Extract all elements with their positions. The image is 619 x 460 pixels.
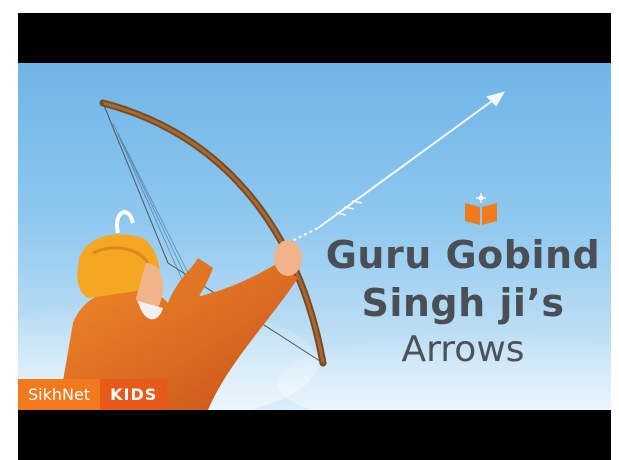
open-book-icon xyxy=(465,193,497,225)
title-line-3: Arrows xyxy=(401,329,525,370)
letterbox-top xyxy=(18,13,611,63)
title-line-1: Guru Gobind xyxy=(325,233,601,277)
video-thumbnail[interactable]: Guru Gobind Singh ji’s Arrows SikhNet KI… xyxy=(0,0,619,460)
brand-tag: KIDS xyxy=(100,379,168,410)
video-title: Guru Gobind Singh ji’s Arrows xyxy=(318,231,608,373)
letterbox-bottom xyxy=(18,410,611,460)
brand-name: SikhNet xyxy=(18,379,101,410)
brand-logo: SikhNet KIDS xyxy=(18,379,168,410)
title-line-2: Singh ji’s xyxy=(361,281,565,325)
thumbnail-scene: Guru Gobind Singh ji’s Arrows SikhNet KI… xyxy=(18,63,611,410)
